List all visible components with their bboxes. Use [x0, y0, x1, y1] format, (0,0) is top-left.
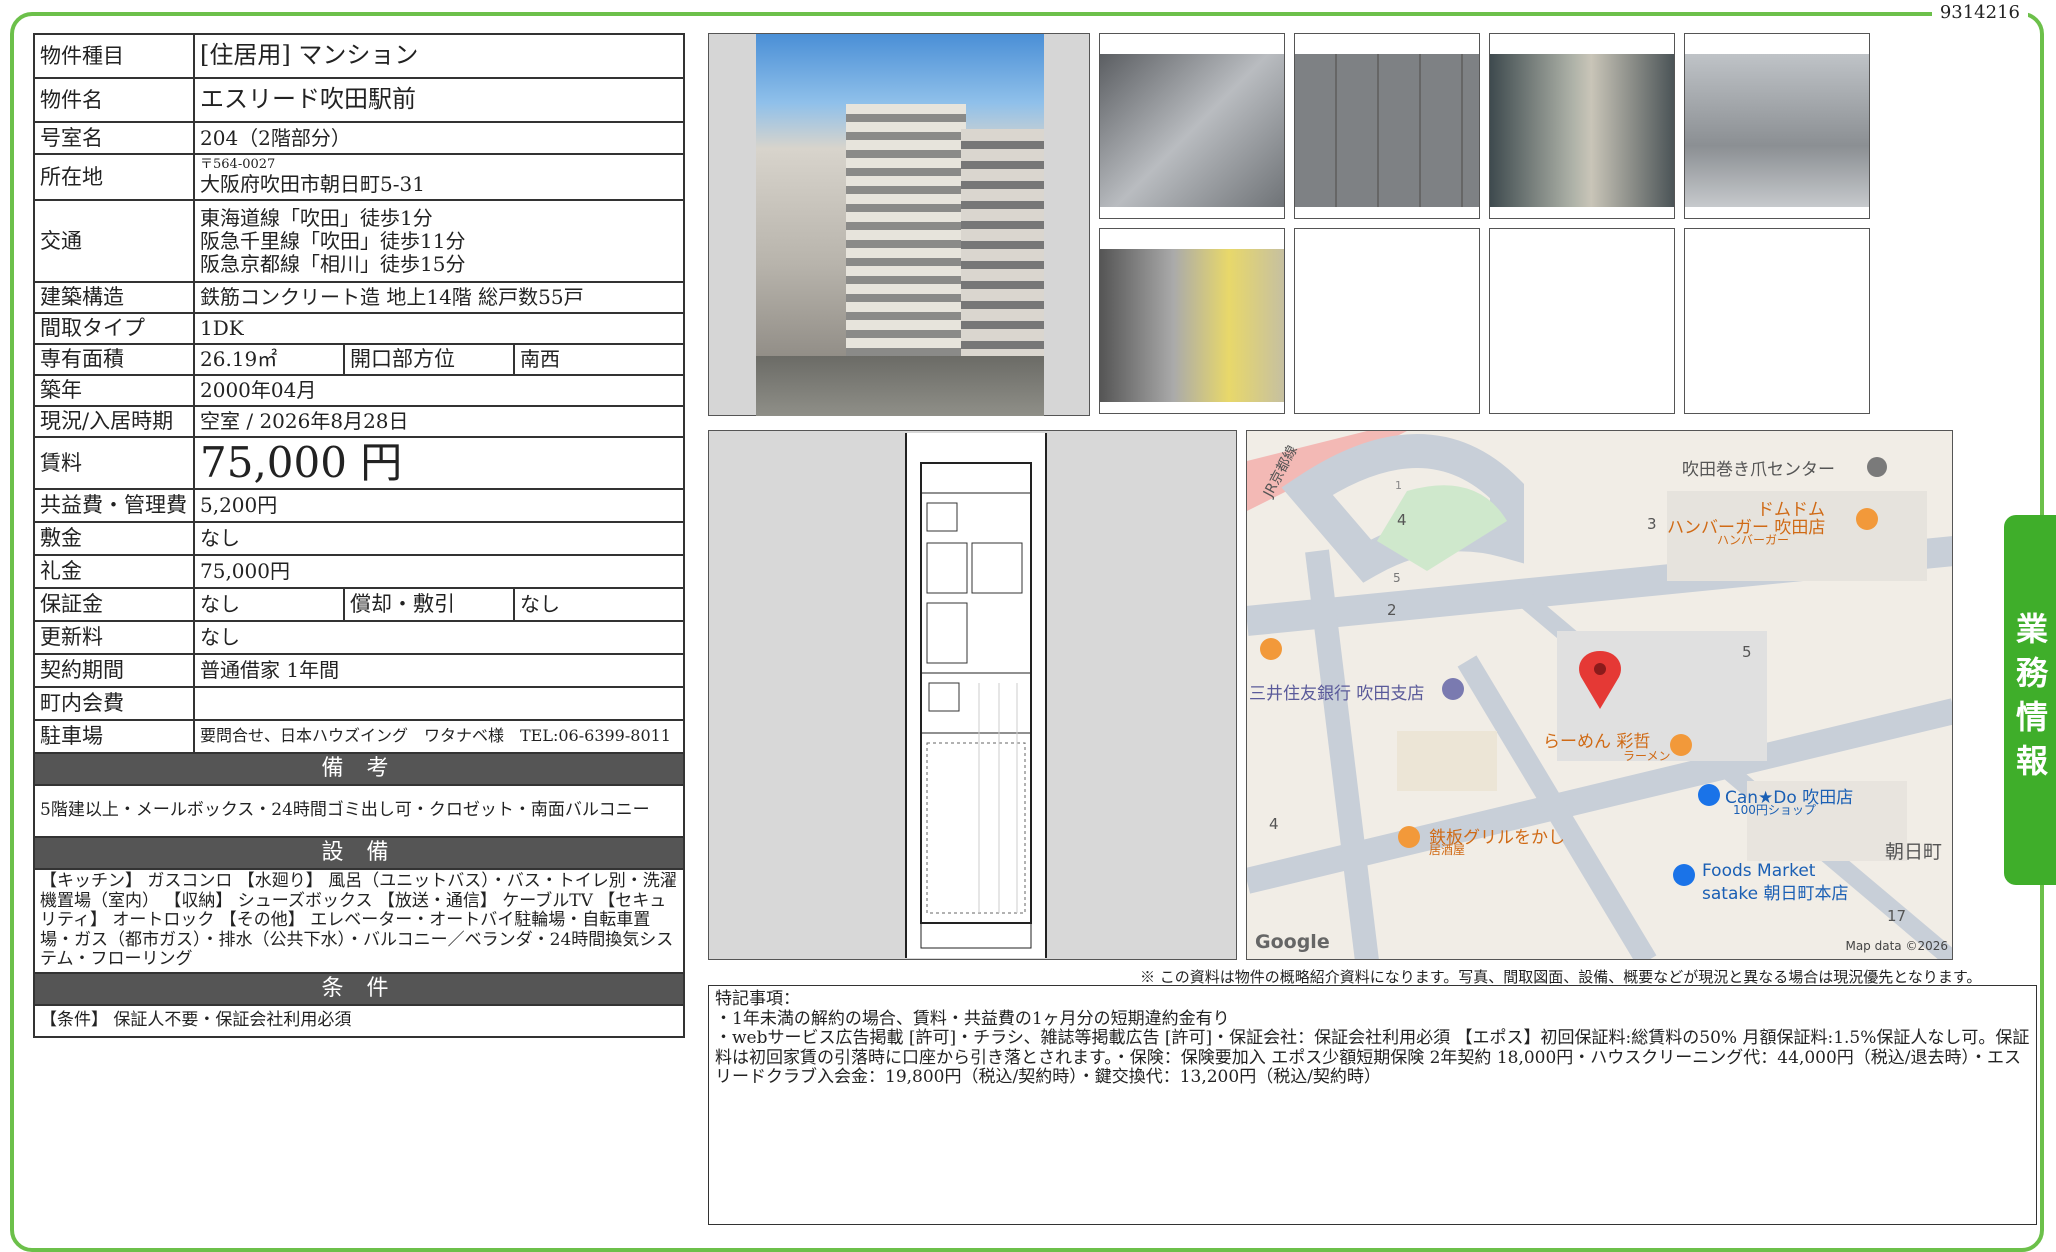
map-poi: 三井住友銀行 吹田支店 [1249, 684, 1425, 704]
label: 敷金 [33, 521, 195, 556]
equipment-header: 設 備 [33, 836, 685, 870]
access-line: 東海道線「吹田」徒歩1分 [200, 205, 433, 230]
map-number: 2 [1387, 601, 1397, 619]
label: 駐車場 [33, 719, 195, 754]
photo-slot-empty [1294, 228, 1480, 414]
map-poi-type: ラーメン [1623, 749, 1671, 763]
amortization: なし [513, 587, 685, 622]
map-number: 4 [1397, 511, 1407, 529]
label: 契約期間 [33, 653, 195, 688]
photo-thumbnail-entrance[interactable] [1099, 228, 1285, 414]
map-attribution: Map data ©2026 [1845, 939, 1948, 953]
map-number: 17 [1887, 907, 1907, 925]
key-money: 75,000円 [193, 554, 685, 589]
label: 開口部方位 [343, 343, 515, 376]
property-name: エスリード吹田駅前 [193, 77, 685, 123]
label: 建築構造 [33, 281, 195, 314]
status: 空室 / 2026年8月28日 [193, 405, 685, 438]
photo-slot-empty [1684, 228, 1870, 414]
remarks-line: ・webサービス広告掲載 [許可]・チラシ、雑誌等掲載広告 [許可]・保証会社：… [715, 1028, 2030, 1088]
label: 物件種目 [33, 33, 195, 79]
town-fee [193, 686, 685, 721]
document-id: 9314216 [1931, 2, 2028, 23]
notes-header: 備 考 [33, 752, 685, 786]
map-number: 5 [1742, 643, 1752, 661]
disclaimer-caption: ※ この資料は物件の概略紹介資料になります。写真、間取図面、設備、概要などが現況… [1140, 968, 1982, 986]
map-poi: satake 朝日町本店 [1702, 884, 1849, 904]
google-logo: Google [1255, 931, 1330, 953]
map-number: 3 [1647, 515, 1657, 533]
equipment-text: 【キッチン】 ガスコンロ 【水廻り】 風呂（ユニットバス）・バス・トイレ別・洗濯… [33, 868, 685, 974]
label: 所在地 [33, 153, 195, 201]
map-number: 4 [1269, 815, 1279, 833]
special-remarks: 特記事項： ・1年未満の解約の場合、賃料・共益費の1ヶ月分の短期違約金有り ・w… [708, 985, 2037, 1225]
photo-thumbnail-bicycle-parking[interactable] [1099, 33, 1285, 219]
label: 物件名 [33, 77, 195, 123]
conditions-header: 条 件 [33, 972, 685, 1006]
business-info-tab[interactable]: 業務情報 [2004, 515, 2056, 885]
floor-plan-drawing [905, 433, 1047, 958]
renewal-fee: なし [193, 620, 685, 655]
property-info-table: 物件種目 [住居用] マンション 物件名 エスリード吹田駅前 号室名 204（2階部分… [33, 33, 685, 1038]
orientation: 南西 [513, 343, 685, 376]
label: 築年 [33, 374, 195, 407]
label: 間取タイプ [33, 312, 195, 345]
deposit: なし [193, 521, 685, 556]
photo-slot-empty [1489, 228, 1675, 414]
label: 専有面積 [33, 343, 195, 376]
label: 保証金 [33, 587, 195, 622]
access-line: 阪急千里線「吹田」徒歩11分 [200, 228, 466, 253]
address: 大阪府吹田市朝日町5-31 [200, 171, 425, 196]
photo-thumbnail-hallway[interactable] [1489, 33, 1675, 219]
label: 賃料 [33, 436, 195, 490]
map-number: 1 [1395, 479, 1402, 492]
guarantee: なし [193, 587, 345, 622]
layout-type: 1DK [193, 312, 685, 345]
photo-thumbnail-parking[interactable] [1684, 33, 1870, 219]
label: 更新料 [33, 620, 195, 655]
contract-period: 普通借家 1年間 [193, 653, 685, 688]
floor-plan[interactable] [708, 430, 1237, 960]
built-date: 2000年04月 [193, 374, 685, 407]
label: 交通 [33, 199, 195, 283]
property-type: [住居用] マンション [193, 33, 685, 79]
label: 現況/入居時期 [33, 405, 195, 438]
label: 共益費・管理費 [33, 488, 195, 523]
zip-code: 〒564-0027 [200, 157, 276, 173]
management-fee: 5,200円 [193, 488, 685, 523]
conditions-text: 【条件】 保証人不要・保証会社利用必須 [33, 1004, 685, 1038]
notes-text: 5階建以上・メールボックス・24時間ゴミ出し可・クロゼット・南面バルコニー [33, 784, 685, 838]
label: 号室名 [33, 121, 195, 155]
parking: 要問合せ、日本ハウズイング ワタナベ様 TEL:06-6399-8011 [193, 719, 685, 754]
room-number: 204（2階部分） [193, 121, 685, 155]
label: 町内会費 [33, 686, 195, 721]
map-poi-type: ハンバーガー [1717, 533, 1790, 547]
access-line: 阪急京都線「相川」徒歩15分 [200, 251, 466, 276]
map-area-label: 朝日町 [1885, 841, 1943, 863]
floor-area: 26.19㎡ [193, 343, 345, 376]
photo-thumbnail-delivery-box[interactable] [1294, 33, 1480, 219]
label: 償却・敷引 [343, 587, 515, 622]
map-poi: Foods Market [1702, 861, 1816, 881]
location-map[interactable]: JR京都線 吹田巻き爪センター ドムドム ハンバーガー 吹田店 ハンバーガー 三… [1246, 430, 1953, 960]
label: 礼金 [33, 554, 195, 589]
map-poi-type: 100円ショップ [1733, 803, 1816, 817]
building-photo[interactable] [708, 33, 1090, 416]
structure: 鉄筋コンクリート造 地上14階 総戸数55戸 [193, 281, 685, 314]
map-poi-type: 居酒屋 [1429, 843, 1466, 857]
rent: 75,000 円 [193, 436, 685, 490]
map-poi: 吹田巻き爪センター [1682, 460, 1835, 480]
map-number: 5 [1393, 571, 1401, 585]
building-image [756, 34, 1044, 416]
remarks-line: ・1年未満の解約の場合、賃料・共益費の1ヶ月分の短期違約金有り [715, 1008, 1230, 1029]
remarks-title: 特記事項： [715, 989, 800, 1009]
